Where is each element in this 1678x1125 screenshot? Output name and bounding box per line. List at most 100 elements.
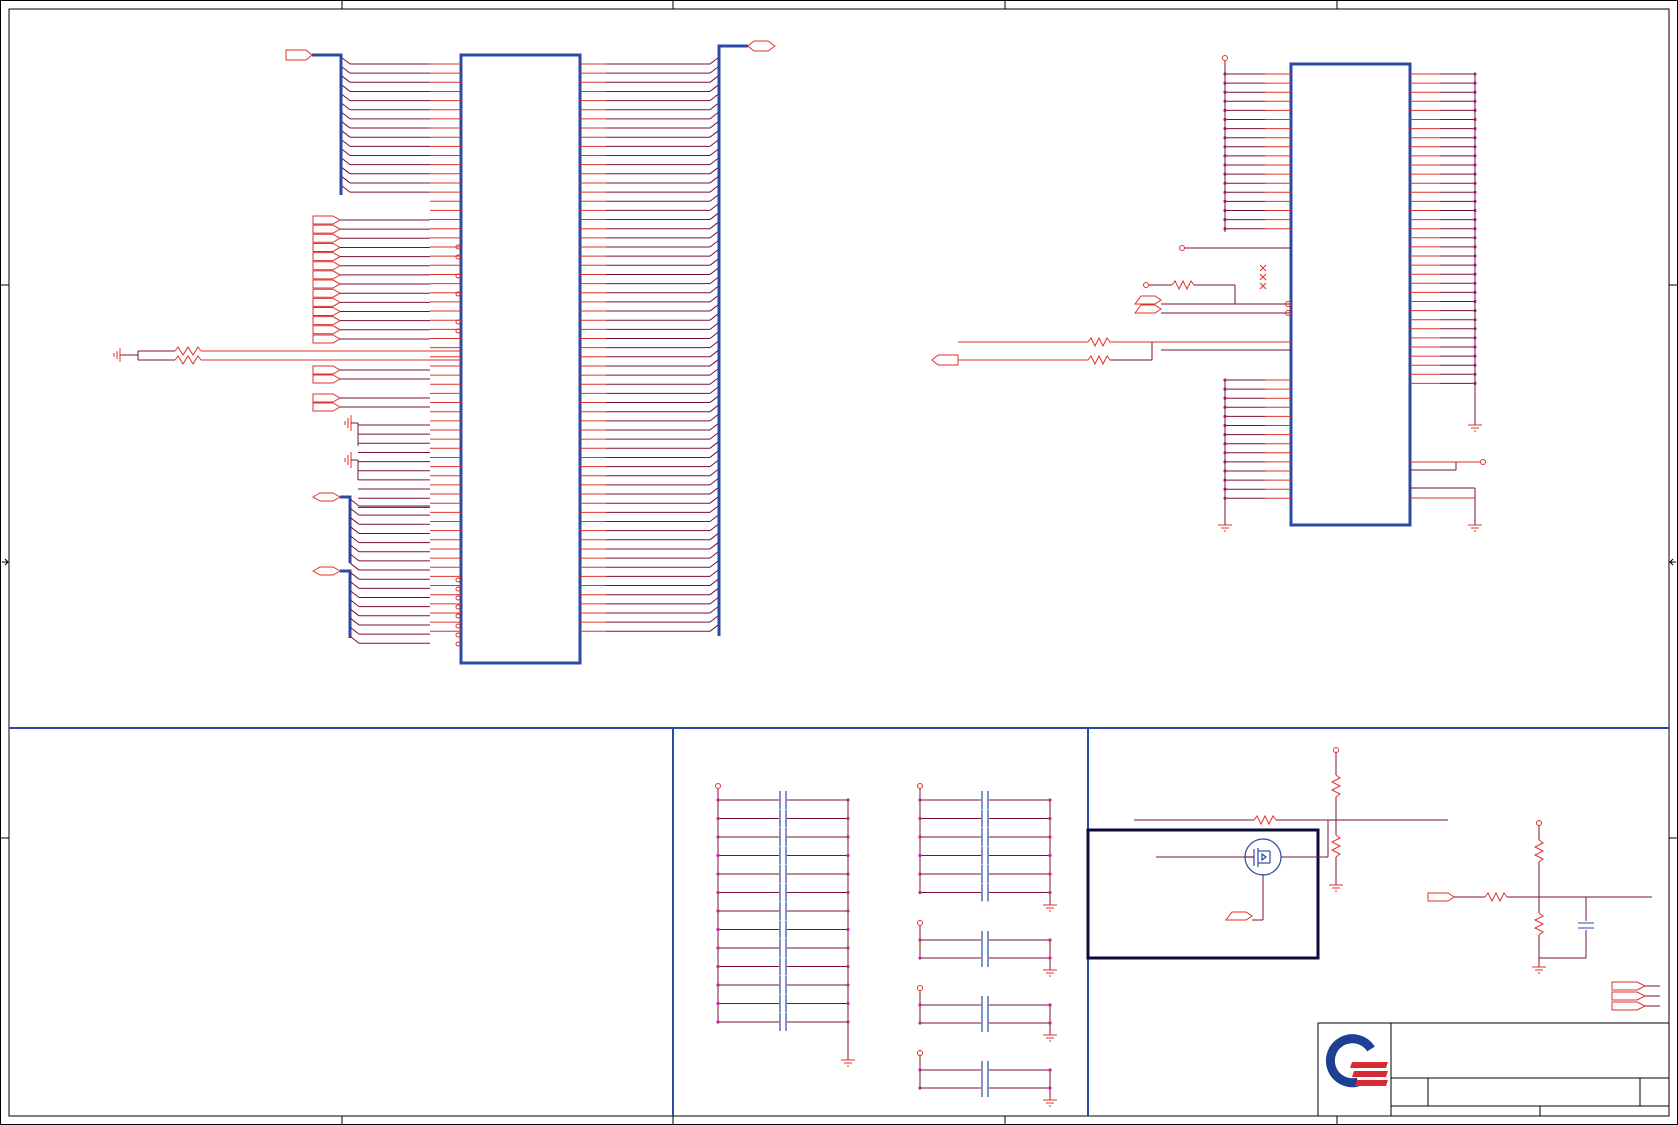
- bus-mid-left-2: [340, 569, 352, 638]
- net-port-icon: [312, 307, 342, 316]
- junction-dot: [716, 1020, 720, 1024]
- ic-left-pins: [1223, 72, 1291, 500]
- connector-left-pins: [340, 56, 461, 632]
- junction-dot: [918, 853, 922, 858]
- junction-dot: [1048, 1003, 1052, 1007]
- power-switch-circuit: [1086, 747, 1448, 960]
- junction-dot: [846, 890, 850, 895]
- ic-chip-right: [931, 55, 1486, 532]
- junction-dot: [918, 890, 922, 895]
- junction-dot: [918, 1086, 922, 1090]
- junction-dot: [1048, 890, 1052, 895]
- junction-dot: [846, 946, 850, 950]
- bus-entry: [349, 562, 360, 571]
- net-port-icon: [312, 261, 342, 271]
- pin-marker: [455, 632, 461, 638]
- junction-dot: [918, 956, 922, 960]
- junction-dot: [1048, 798, 1052, 802]
- net-port-icon: [312, 224, 342, 234]
- junction-dot: [716, 853, 720, 858]
- junction-dot: [918, 1003, 922, 1007]
- junction-dot: [846, 1020, 850, 1024]
- decoupling-capacitor-arrays: [715, 783, 1057, 1107]
- net-port-icon: [312, 215, 342, 225]
- net-port-icon: [312, 297, 342, 307]
- junction-dot: [846, 798, 850, 802]
- mosfet-transistor-icon: [1244, 838, 1282, 876]
- pin-marker: [455, 254, 461, 260]
- junction-dot: [918, 798, 922, 802]
- junction-dot: [1048, 1086, 1052, 1090]
- junction-dot: [1048, 938, 1052, 942]
- net-port-icon: [311, 566, 342, 576]
- bus-entry: [349, 635, 360, 644]
- junction-dot: [846, 983, 850, 987]
- junction-dot: [918, 938, 922, 942]
- pin-marker: [455, 604, 461, 610]
- net-port-icon: [312, 233, 342, 243]
- connector-chip-main: [113, 40, 776, 665]
- pin-marker: [455, 595, 461, 601]
- sheet-frame: [0, 0, 1678, 1125]
- junction-dot: [846, 816, 850, 821]
- junction-dot: [846, 835, 850, 839]
- schematic-sheet: [0, 0, 1678, 1125]
- pin-marker: [455, 641, 461, 647]
- junction-dot: [716, 1001, 720, 1006]
- pin-marker: [455, 623, 461, 629]
- junction-dot: [1048, 1021, 1052, 1025]
- net-port-icon: [312, 279, 342, 289]
- net-port-icon: [312, 325, 342, 335]
- junction-dot: [1048, 872, 1052, 876]
- section-borders: [9, 727, 1669, 1116]
- junction-dot: [846, 1001, 850, 1006]
- junction-dot: [716, 946, 720, 950]
- power-node: [715, 783, 721, 789]
- junction-dot: [716, 909, 720, 913]
- junction-dot: [716, 816, 720, 821]
- bus-right: [717, 44, 748, 636]
- junction-dot: [918, 1021, 922, 1025]
- schematic-canvas: [0, 0, 1678, 1125]
- net-port-icon: [312, 393, 342, 403]
- connector-right-pins: [580, 56, 720, 632]
- port-top-right: [747, 40, 776, 52]
- net-port-icon: [312, 402, 342, 412]
- power-node: [917, 920, 923, 926]
- bus-mid-left-1: [340, 495, 352, 563]
- junction-dot: [1048, 816, 1052, 821]
- junction-dot: [1048, 853, 1052, 858]
- junction-dot: [846, 872, 850, 876]
- junction-dot: [918, 816, 922, 821]
- port-top-left: [285, 49, 313, 61]
- company-logo-icon: [1325, 1034, 1388, 1088]
- net-port-icon: [312, 288, 342, 298]
- junction-dot: [918, 835, 922, 839]
- net-port-icon: [312, 252, 342, 262]
- junction-dot: [716, 798, 720, 802]
- junction-dot: [1048, 1068, 1052, 1072]
- junction-dot: [846, 927, 850, 932]
- power-node: [917, 985, 923, 991]
- junction-dot: [716, 872, 720, 876]
- junction-dot: [716, 927, 720, 932]
- junction-dot: [1048, 956, 1052, 960]
- left-port-group: [311, 215, 461, 647]
- junction-dot: [716, 835, 720, 839]
- net-port-icon: [312, 270, 342, 280]
- title-block: [1317, 1022, 1670, 1117]
- junction-dot: [716, 890, 720, 895]
- ground-group-1: [344, 415, 359, 480]
- pin-marker: [455, 586, 461, 592]
- rc-filter-circuit: [1427, 820, 1660, 1011]
- junction-dot: [846, 964, 850, 969]
- junction-dot: [716, 983, 720, 987]
- junction-dot: [918, 872, 922, 876]
- power-node: [917, 1050, 923, 1056]
- net-port-icon: [312, 242, 342, 252]
- bus-top-left: [312, 53, 343, 195]
- junction-dot: [1048, 835, 1052, 839]
- net-port-icon: [312, 365, 342, 375]
- net-port-icon: [312, 316, 342, 326]
- net-port-icon: [311, 492, 342, 502]
